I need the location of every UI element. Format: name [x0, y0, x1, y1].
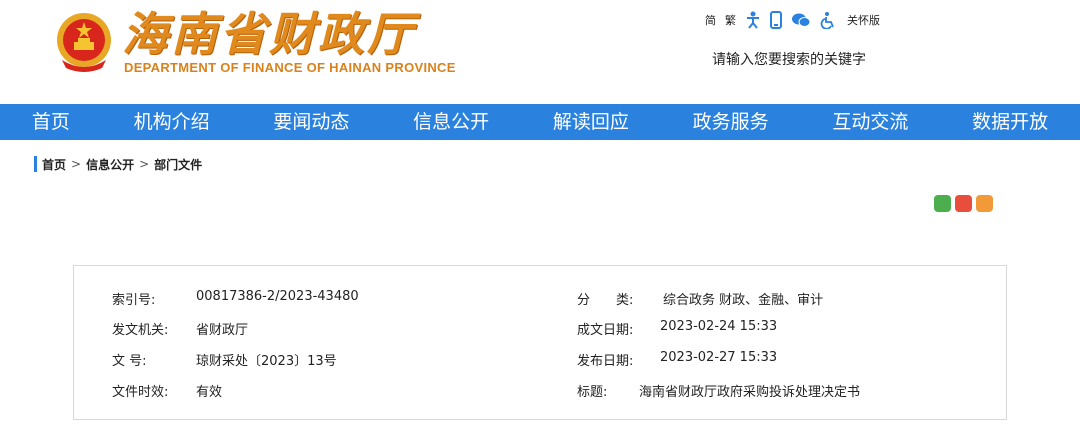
doc-title-label: 标题: — [577, 385, 608, 400]
nav-item-services[interactable]: 政务服务 — [693, 104, 769, 140]
breadcrumb-separator: > — [139, 157, 150, 171]
search-input[interactable] — [712, 50, 912, 70]
share-qzone-icon[interactable] — [976, 195, 993, 212]
breadcrumb-dept-docs[interactable]: 部门文件 — [154, 156, 202, 173]
issuer-label: 发文机关: — [112, 323, 169, 338]
doc-title-value: 海南省财政厅政府采购投诉处理决定书 — [639, 385, 861, 400]
main-nav: 首页 机构介绍 要闻动态 信息公开 解读回应 政务服务 互动交流 数据开放 — [0, 104, 1080, 140]
traditional-chinese-link[interactable]: 繁 — [725, 12, 736, 28]
breadcrumb-separator: > — [71, 157, 82, 171]
simplified-chinese-link[interactable]: 简 — [705, 12, 716, 28]
mobile-icon[interactable] — [770, 11, 782, 29]
created-date-label: 成文日期: — [577, 323, 634, 338]
published-date-label: 发布日期: — [577, 354, 634, 369]
document-info-box: 索引号: 00817386-2/2023-43480 分 类: 综合政务 财政、… — [73, 265, 1007, 420]
nav-item-news[interactable]: 要闻动态 — [273, 104, 349, 140]
doc-number-label: 文 号: — [112, 354, 147, 369]
national-emblem-icon — [57, 13, 111, 72]
site-title-cn[interactable]: 海南省财政厅 — [122, 6, 416, 62]
index-label: 索引号: — [112, 293, 156, 308]
breadcrumb-disclosure[interactable]: 信息公开 — [86, 156, 134, 173]
issuer-value: 省财政厅 — [196, 323, 249, 338]
wechat-icon[interactable] — [791, 12, 811, 28]
nav-item-disclosure[interactable]: 信息公开 — [413, 104, 489, 140]
breadcrumb-marker — [34, 156, 37, 172]
share-bar — [934, 195, 997, 212]
index-value: 00817386-2/2023-43480 — [196, 289, 359, 304]
doc-number-value: 琼财采处〔2023〕13号 — [196, 354, 337, 369]
validity-label: 文件时效: — [112, 385, 169, 400]
validity-value: 有效 — [196, 385, 223, 400]
care-mode-link[interactable]: 关怀版 — [847, 12, 880, 28]
nav-item-open-data[interactable]: 数据开放 — [972, 104, 1048, 140]
share-wechat-icon[interactable] — [934, 195, 951, 212]
elder-care-icon[interactable] — [820, 11, 836, 29]
site-header: 海南省财政厅 DEPARTMENT OF FINANCE OF HAINAN P… — [0, 0, 1080, 104]
category-label: 分 类: — [577, 293, 634, 308]
nav-item-interaction[interactable]: 互动交流 — [832, 104, 908, 140]
nav-item-home[interactable]: 首页 — [32, 104, 70, 140]
breadcrumb-home[interactable]: 首页 — [42, 156, 66, 173]
created-date-value: 2023-02-24 15:33 — [660, 319, 778, 334]
published-date-value: 2023-02-27 15:33 — [660, 350, 778, 365]
nav-item-interpretation[interactable]: 解读回应 — [553, 104, 629, 140]
share-weibo-icon[interactable] — [955, 195, 972, 212]
nav-item-about[interactable]: 机构介绍 — [134, 104, 210, 140]
accessibility-icon[interactable] — [745, 11, 761, 29]
breadcrumb: 首页 > 信息公开 > 部门文件 — [34, 154, 202, 174]
site-title-en: DEPARTMENT OF FINANCE OF HAINAN PROVINCE — [124, 60, 456, 75]
top-links: 简 繁 关怀版 — [705, 8, 889, 32]
category-value: 综合政务 财政、金融、审计 — [663, 293, 824, 308]
